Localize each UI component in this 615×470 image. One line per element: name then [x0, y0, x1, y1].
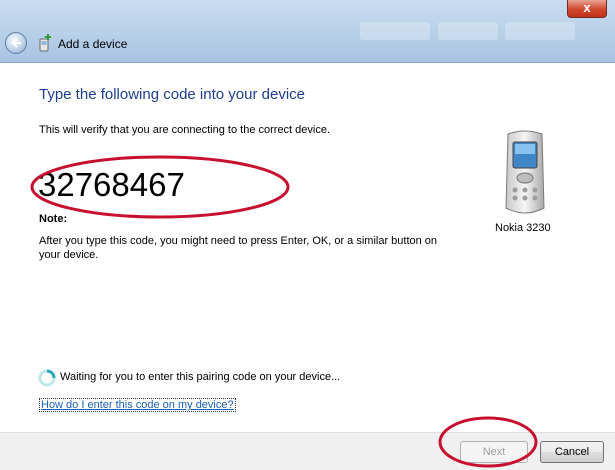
- cancel-button[interactable]: Cancel: [540, 441, 604, 463]
- back-button[interactable]: [5, 32, 27, 54]
- annotation-ellipse-code: [30, 155, 290, 219]
- background-window-ghost: [505, 22, 575, 40]
- background-window-ghost: [360, 22, 430, 40]
- note-text: After you type this code, you might need…: [39, 235, 438, 261]
- window-title: Add a device: [58, 37, 128, 51]
- status-text: Waiting for you to enter this pairing co…: [60, 371, 341, 383]
- verify-text: This will verify that you are connecting…: [39, 124, 331, 136]
- page-heading: Type the following code into your device: [39, 86, 305, 103]
- back-arrow-icon: [11, 38, 21, 48]
- add-device-icon: [39, 34, 51, 52]
- window-title-bar: x Add a device: [0, 0, 615, 63]
- note-label: Note:: [39, 213, 68, 225]
- annotation-ellipse-next: [438, 416, 538, 468]
- mobile-phone-icon: [505, 130, 545, 214]
- close-button[interactable]: x: [567, 0, 607, 18]
- device-name: Nokia 3230: [495, 222, 551, 234]
- help-link[interactable]: How do I enter this code on my device?: [39, 398, 236, 412]
- background-window-ghost: [438, 22, 498, 40]
- spinner-icon: [38, 369, 56, 387]
